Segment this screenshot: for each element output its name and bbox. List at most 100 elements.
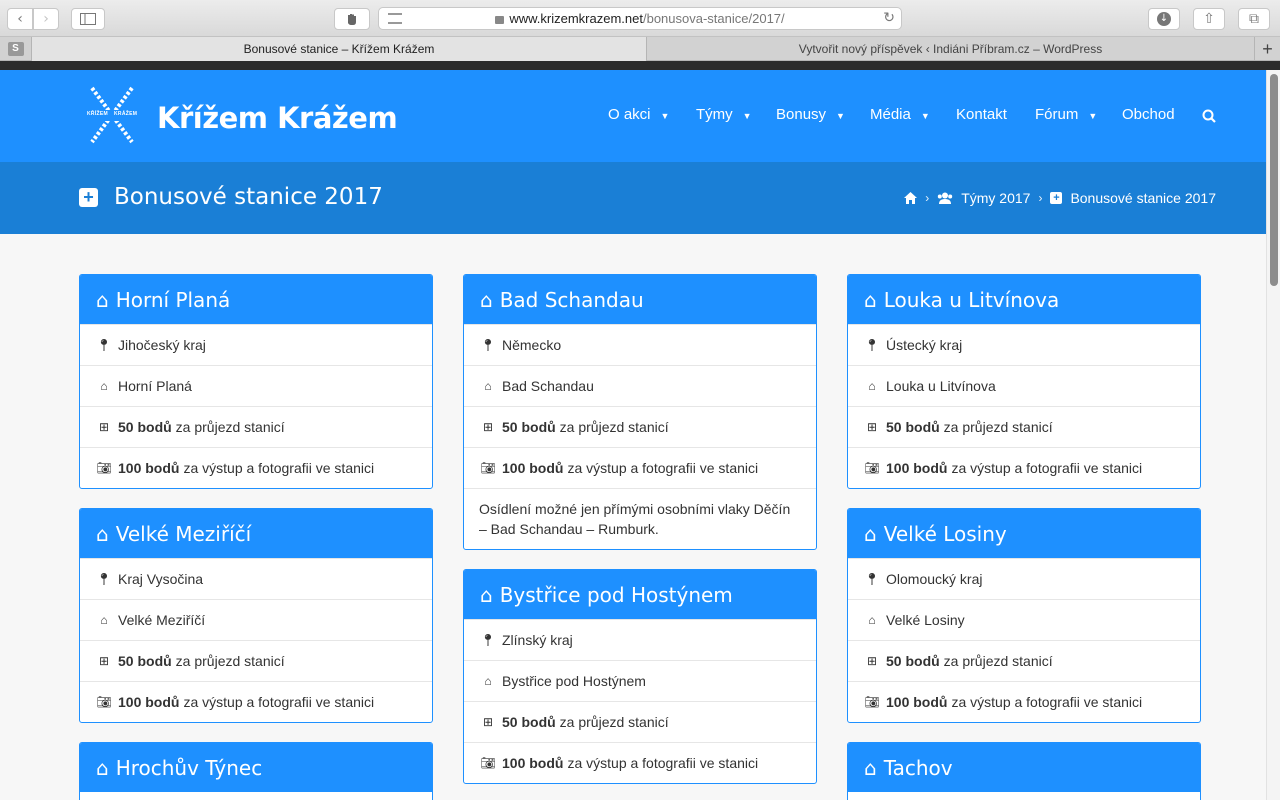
nav-item-bonusy[interactable]: Bonusy ▼: [776, 106, 845, 123]
extension-s-icon: S: [7, 42, 24, 56]
station-region-row: 📍︎ Německo: [464, 324, 816, 365]
page-scrollbar[interactable]: [1266, 70, 1280, 800]
extension-tab[interactable]: S: [0, 37, 32, 61]
station-card-header[interactable]: ⌂ Velké Losiny: [848, 509, 1200, 558]
station-photo-row: 📷︎ 100 bodů za výstup a fotografii ve stan…: [80, 447, 432, 488]
map-marker-icon: 📍︎: [480, 338, 496, 352]
chevron-down-icon: ▼: [742, 110, 752, 121]
camera-icon: 📷︎: [480, 461, 496, 475]
breadcrumb: › Týmy 2017 › + Bonusové stanice 2017: [904, 189, 1216, 207]
station-card-header[interactable]: ⌂ Bystřice pod Hostýnem: [464, 570, 816, 619]
points-photo: 100 bodů: [502, 460, 564, 476]
station-region: Ústecký kraj: [886, 337, 963, 353]
new-tab-button[interactable]: +: [1255, 37, 1280, 61]
map-marker-icon: 📍︎: [864, 338, 880, 352]
nav-label: Kontakt: [956, 106, 1007, 123]
share-button[interactable]: ⇧: [1193, 8, 1225, 30]
chevron-right-icon: ›: [925, 191, 930, 205]
station-name: Tachov: [883, 755, 953, 780]
station-region: Zlínský kraj: [502, 632, 573, 648]
station-card-header[interactable]: ⌂ Louka u Litvínova: [848, 275, 1200, 324]
points-photo: 100 bodů: [118, 460, 180, 476]
tab-bonusove-stanice[interactable]: Bonusové stanice – Křížem Krážem: [32, 37, 647, 61]
station-card: ⌂ Tachov: [847, 742, 1201, 800]
chevron-down-icon: ▼: [836, 110, 845, 121]
station-photo-row: 📷︎ 100 bodů za výstup a fotografii ve stan…: [464, 447, 816, 488]
station-pass-row: ⊞ 50 bodů za průjezd stanicí: [80, 406, 432, 447]
plus-square-icon: ⊞: [98, 420, 110, 434]
chevron-left-icon: ‹: [17, 11, 23, 27]
points-photo: 100 bodů: [502, 755, 564, 771]
nav-item-kontakt[interactable]: Kontakt: [956, 106, 1007, 123]
plus-square-icon: +: [79, 188, 98, 207]
station-town-row: ⌂ Velké Losiny: [848, 599, 1200, 640]
nav-label: Obchod: [1122, 106, 1175, 123]
reload-icon[interactable]: ↻: [883, 10, 895, 26]
home-icon: ⌂: [96, 287, 109, 312]
tabs-overview-button[interactable]: ⧉: [1238, 8, 1270, 30]
site-header: KŘÍŽEM KRÁŽEM Křížem Krážem O akci ▼ Týmy…: [0, 70, 1266, 162]
plus-square-icon: ⊞: [482, 715, 494, 729]
home-icon: ⌂: [96, 755, 109, 780]
station-card: ⌂ Velké Meziříčí 📍︎ Kraj Vysočina ⌂ Velké M…: [79, 508, 433, 723]
home-icon: ⌂: [96, 521, 109, 546]
station-card: ⌂ Louka u Litvínova 📍︎ Ústecký kraj ⌂ Louka…: [847, 274, 1201, 489]
logo-text-top: KŘÍŽEM: [87, 111, 108, 117]
station-note: Osídlení možné jen přímými osobními vlak…: [464, 488, 816, 549]
browser-toolbar: ‹ › www.krizemkrazem.net/bonusova-stanic…: [0, 0, 1280, 37]
plus-square-icon: ⊞: [866, 654, 878, 668]
plus-square-icon: ⊞: [98, 654, 110, 668]
search-icon[interactable]: [1202, 109, 1216, 123]
tab-bar: S Bonusové stanice – Křížem Krážem Vytvo…: [0, 37, 1280, 61]
sidebar-button[interactable]: [71, 8, 105, 30]
station-region: Německo: [502, 337, 562, 353]
home-icon: ⌂: [864, 755, 877, 780]
station-card-header[interactable]: ⌂ Horní Planá: [80, 275, 432, 324]
station-card-header[interactable]: ⌂ Hrochův Týnec: [80, 743, 432, 792]
chevron-right-icon: ›: [1038, 191, 1043, 205]
extension-button[interactable]: [334, 8, 370, 30]
nav-label: O akci: [608, 106, 651, 123]
station-card: ⌂ Horní Planá 📍︎ Jihočeský kraj ⌂ Horní Pla…: [79, 274, 433, 489]
nav-item-obchod[interactable]: Obchod: [1122, 106, 1175, 123]
downloads-button[interactable]: ↓: [1148, 8, 1180, 30]
home-icon: ⌂: [868, 379, 876, 393]
station-town: Velké Meziříčí: [118, 612, 206, 628]
plus-square-icon: ⊞: [866, 420, 878, 434]
station-pass-row: ⊞ 50 bodů za průjezd stanicí: [848, 406, 1200, 447]
forward-button[interactable]: ›: [33, 8, 59, 30]
station-photo-row: 📷︎ 100 bodů za výstup a fotografii ve stan…: [464, 742, 816, 783]
station-region-row: 📍︎ Jihočeský kraj: [80, 324, 432, 365]
nav-item-tymy[interactable]: Týmy ▼: [696, 106, 752, 123]
station-town: Louka u Litvínova: [886, 378, 996, 394]
nav-item-media[interactable]: Média ▼: [870, 106, 930, 123]
breadcrumb-link-tymy[interactable]: Týmy 2017: [961, 190, 1030, 206]
reader-icon[interactable]: [388, 13, 402, 24]
site-brand[interactable]: Křížem Krážem: [157, 101, 398, 135]
home-icon: ⌂: [100, 379, 108, 393]
points-pass: 50 bodů: [118, 419, 172, 435]
nav-label: Fórum: [1035, 106, 1079, 123]
home-icon[interactable]: [904, 192, 918, 204]
nav-item-o-akci[interactable]: O akci ▼: [608, 106, 669, 123]
station-card-header[interactable]: ⌂ Tachov: [848, 743, 1200, 792]
points-photo: 100 bodů: [886, 694, 948, 710]
station-town-row: ⌂ Bystřice pod Hostýnem: [464, 660, 816, 701]
back-button[interactable]: ‹: [7, 8, 33, 30]
station-pass-row: ⊞ 50 bodů za průjezd stanicí: [848, 640, 1200, 681]
station-card-header[interactable]: ⌂ Velké Meziříčí: [80, 509, 432, 558]
tab-label: Vytvořit nový příspěvek ‹ Indiáni Příbra…: [798, 42, 1103, 56]
scrollbar-thumb[interactable]: [1270, 74, 1278, 286]
photo-text: za výstup a fotografii ve stanici: [567, 755, 759, 771]
pass-text: za průjezd stanicí: [559, 714, 669, 730]
nav-item-forum[interactable]: Fórum ▼: [1035, 106, 1097, 123]
chevron-down-icon: ▼: [920, 110, 930, 121]
station-card-header[interactable]: ⌂ Bad Schandau: [464, 275, 816, 324]
tab-wordpress[interactable]: Vytvořit nový příspěvek ‹ Indiáni Příbra…: [647, 37, 1255, 61]
points-pass: 50 bodů: [118, 653, 172, 669]
lock-icon: [495, 15, 505, 24]
toolbar-divider: [0, 61, 1280, 70]
address-bar[interactable]: www.krizemkrazem.net/bonusova-stanice/20…: [378, 7, 902, 30]
points-pass: 50 bodů: [502, 419, 556, 435]
map-marker-icon: 📍︎: [864, 572, 880, 586]
